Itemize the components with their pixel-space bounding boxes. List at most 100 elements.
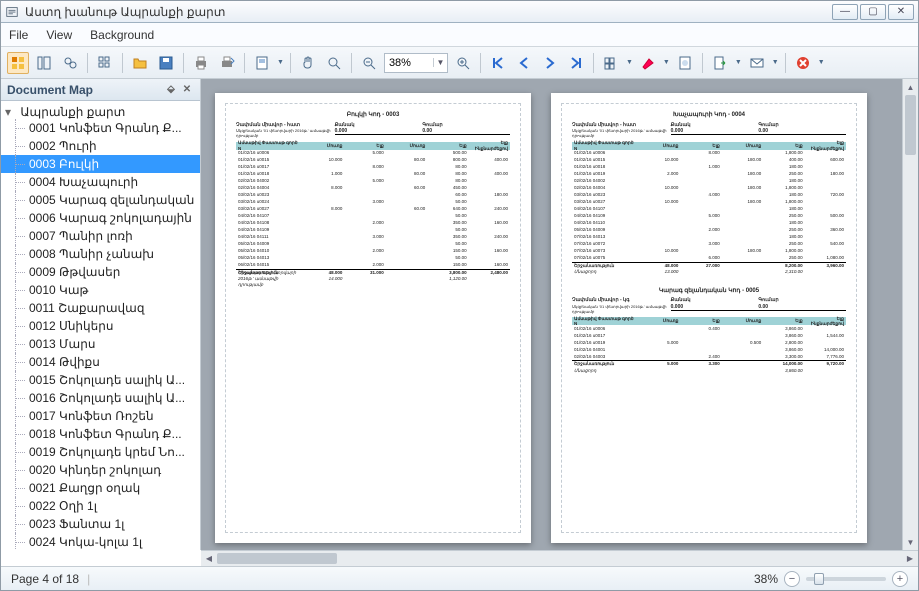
zoom-input[interactable] [385, 57, 433, 69]
export-button[interactable] [709, 52, 731, 74]
zoom-slider[interactable] [806, 577, 886, 581]
tree-item[interactable]: 0023 Ֆանտա 1լ [1, 515, 200, 533]
tree-item[interactable]: 0018 Կոնֆետ Գրանդ Ք... [1, 425, 200, 443]
table-row: 01/02/16 u001510.00080.00800.00400.00 [236, 157, 510, 164]
zoom-out-button[interactable] [358, 52, 380, 74]
open-button[interactable] [129, 52, 151, 74]
canvas-scroll[interactable]: Բուլկի Կոդ - 0003Չափման միավոր - հատՔանա… [201, 79, 902, 550]
tree-item[interactable]: 0019 Շոկոլադե կրեմ Նո... [1, 443, 200, 461]
scroll-right-icon[interactable]: ▶ [902, 551, 918, 566]
tree-item[interactable]: 0002 Պուրի [1, 137, 200, 155]
expand-icon[interactable]: ▾ [5, 105, 17, 119]
status-zoom-in-button[interactable]: + [892, 571, 908, 587]
table-row: 07/02/16 u00756.000250.001,080.00 [572, 255, 846, 262]
layout-button[interactable] [94, 52, 116, 74]
table-row: 07/02/16 04013180.00 [572, 234, 846, 241]
table-row: 01/02/16 u00195.0000.5002,800.00 [572, 339, 846, 346]
status-bar: Page 4 of 18 | 38% − + [1, 566, 918, 590]
tree-item[interactable]: 0016 Շոկոլադե սալիկ Ա... [1, 389, 200, 407]
multipage-button[interactable] [600, 52, 622, 74]
vertical-scrollbar[interactable]: ▲ ▼ [902, 79, 918, 550]
tree-item[interactable]: 0012 Սնիկերս [1, 317, 200, 335]
tree-item[interactable]: 0006 Կարագ շոկոլադային [1, 209, 200, 227]
panel-close-icon[interactable]: ✕ [180, 83, 194, 97]
tree-item[interactable]: 0015 Շոկոլադե սալիկ Ա... [1, 371, 200, 389]
table-row: 01/02/16 040013,860.0014,000.00 [572, 346, 846, 353]
end-row: Մնացորդ3,860.00 [572, 367, 846, 374]
table-row: 01/02/16 u001510.000180.00400.00600.00 [572, 157, 846, 164]
title-bar: Աստղ խանութ Ապրանքի քարտ — ▢ ✕ [1, 1, 918, 23]
tree-item[interactable]: 0010 Կաթ [1, 281, 200, 299]
maximize-button[interactable]: ▢ [860, 4, 886, 20]
email-button[interactable] [746, 52, 768, 74]
table-row: 02/02/16 0400410.000180.001,800.00 [572, 185, 846, 192]
scroll-left-icon[interactable]: ◀ [201, 551, 217, 566]
table-row: 02/02/16 040032.4003,300.007,776.00 [572, 353, 846, 360]
period-label: Սկզբնական '01 փետրվարի 2016թ.' ամսաթվի դ… [572, 304, 671, 314]
scroll-down-icon[interactable]: ▼ [903, 534, 918, 550]
find-button[interactable] [59, 52, 81, 74]
thumbnails-button[interactable] [7, 52, 29, 74]
toolbar: ▼ ▼ ▼ ▼ ▼ ▼ ▼ [1, 47, 918, 79]
report-title: Բուլկի Կոդ - 0003 [236, 112, 510, 120]
scroll-up-icon[interactable]: ▲ [903, 79, 918, 95]
page-setup-button[interactable] [251, 52, 273, 74]
document-map-header: Document Map ⬙ ✕ [1, 79, 200, 101]
status-zoom-out-button[interactable]: − [784, 571, 800, 587]
table-row: 04/02/16 0410750.00 [236, 213, 510, 220]
table-row: 01/02/16 u00181.000180.00 [572, 164, 846, 171]
close-preview-button[interactable] [792, 52, 814, 74]
print-button[interactable] [190, 52, 212, 74]
next-page-button[interactable] [539, 52, 561, 74]
tree-item[interactable]: 0004 Խաչապուրի [1, 173, 200, 191]
tree-item[interactable]: 0013 Մարս [1, 335, 200, 353]
table-row: 03/02/16 u002710.000180.001,800.00 [572, 199, 846, 206]
last-page-button[interactable] [565, 52, 587, 74]
zoom-dropdown-icon[interactable]: ▼ [433, 58, 447, 67]
document-tree[interactable]: ▾ Ապրանքի քարտ 0001 Կոնֆետ Գրանդ Ք...000… [1, 101, 200, 550]
hand-tool-button[interactable] [297, 52, 319, 74]
report-title: Կարագ զելանդական Կոդ - 0005 [572, 288, 846, 296]
watermark-button[interactable] [674, 52, 696, 74]
pin-icon[interactable]: ⬙ [164, 83, 178, 97]
zoom-combo[interactable]: ▼ [384, 53, 448, 73]
tree-item[interactable]: 0003 Բուլկի [1, 155, 200, 173]
close-button[interactable]: ✕ [888, 4, 914, 20]
tree-item[interactable]: 0007 Պանիր լոռի [1, 227, 200, 245]
tree-root[interactable]: ▾ Ապրանքի քարտ [1, 105, 200, 119]
first-page-button[interactable] [487, 52, 509, 74]
color-button[interactable] [637, 52, 659, 74]
table-row: 05/02/16 040092.000250.00360.00 [572, 227, 846, 234]
table-row: 01/02/16 u00178.00080.00 [236, 164, 510, 171]
tree-item[interactable]: 0005 Կարագ զելանդական [1, 191, 200, 209]
zoom-slider-knob[interactable] [814, 573, 824, 585]
tree-item[interactable]: 0020 Կինդեր շոկոլադ [1, 461, 200, 479]
table-header: Ամսաթիվ Փաստաթ գործ NՄուտքԵլքՄուտքԵլքԵլք… [572, 142, 846, 150]
tree-item[interactable]: 0009 Թթվասեր [1, 263, 200, 281]
save-button[interactable] [155, 52, 177, 74]
magnifier-button[interactable] [323, 52, 345, 74]
tree-item[interactable]: 0024 Կոկա-կոլա 1լ [1, 533, 200, 550]
zoom-in-button[interactable] [452, 52, 474, 74]
tree-item[interactable]: 0022 Օղի 1լ [1, 497, 200, 515]
scroll-thumb[interactable] [905, 95, 916, 155]
menu-view[interactable]: View [46, 28, 72, 42]
menu-file[interactable]: File [9, 28, 28, 42]
menu-background[interactable]: Background [90, 28, 154, 42]
tree-item[interactable]: 0008 Պանիր չանախ [1, 245, 200, 263]
docmap-button[interactable] [33, 52, 55, 74]
prev-page-button[interactable] [513, 52, 535, 74]
tree-item[interactable]: 0001 Կոնֆետ Գրանդ Ք... [1, 119, 200, 137]
tree-item[interactable]: 0011 Շաքարավազ [1, 299, 200, 317]
horizontal-scrollbar[interactable]: ◀ ▶ [201, 550, 918, 566]
page-left: Բուլկի Կոդ - 0003Չափման միավոր - հատՔանա… [215, 93, 531, 543]
quick-print-button[interactable] [216, 52, 238, 74]
tree-item[interactable]: 0014 Թվիքս [1, 353, 200, 371]
tree-item[interactable]: 0021 Քաղցր օղակ [1, 479, 200, 497]
tree-item[interactable]: 0017 Կոնֆետ Ռոշեն [1, 407, 200, 425]
minimize-button[interactable]: — [832, 4, 858, 20]
hscroll-thumb[interactable] [217, 553, 337, 564]
table-row: 07/02/16 u007310.000180.001,800.00 [572, 248, 846, 255]
table-header: Ամսաթիվ Փաստաթ գործ NՄուտքԵլքՄուտքԵլքԵլք… [572, 317, 846, 325]
table-row: 02/02/16 040025.00080.00 [236, 178, 510, 185]
